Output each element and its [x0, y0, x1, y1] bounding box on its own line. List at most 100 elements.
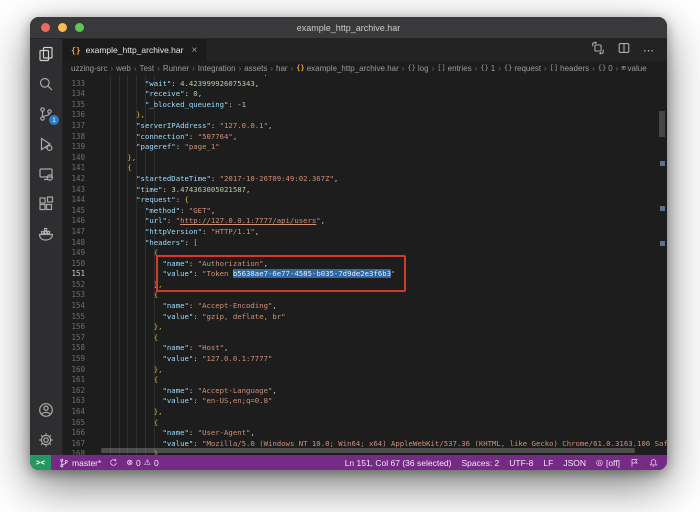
extensions-icon[interactable]: [30, 189, 62, 219]
code-line[interactable]: 163 "value": "en-US,en;q=0.8": [63, 396, 667, 407]
docker-icon[interactable]: [30, 219, 62, 249]
code-line[interactable]: 142 "startedDateTime": "2017-10-26T09:49…: [63, 174, 667, 185]
horizontal-scrollbar[interactable]: [101, 448, 645, 453]
code-line[interactable]: 139 "pageref": "page_1": [63, 142, 667, 153]
breadcrumb-label: log: [418, 64, 429, 73]
title-bar[interactable]: example_http_archive.har: [30, 17, 667, 39]
breadcrumb-item[interactable]: {}request: [504, 64, 541, 73]
code-line[interactable]: 134 "receive": 0,: [63, 89, 667, 100]
encoding-item[interactable]: UTF-8: [509, 458, 533, 468]
breadcrumb-separator: ›: [475, 64, 478, 73]
code-line[interactable]: 154 "name": "Accept-Encoding",: [63, 301, 667, 312]
string-symbol-icon: ⊞: [621, 64, 625, 72]
vertical-scrollbar[interactable]: [657, 75, 667, 455]
breadcrumb-item[interactable]: {}log: [407, 64, 428, 73]
open-changes-icon[interactable]: [591, 41, 605, 60]
line-number: 152: [63, 280, 85, 291]
code-line[interactable]: 141 {: [63, 163, 667, 174]
remote-indicator[interactable]: ><: [30, 455, 51, 470]
breadcrumb-item[interactable]: []entries: [437, 64, 471, 73]
code-line[interactable]: 146 "url": "http://127.0.0.1:7777/api/us…: [63, 216, 667, 227]
breadcrumb-label: Integration: [198, 64, 236, 73]
code-line[interactable]: 148 "headers": [: [63, 238, 667, 249]
code-line[interactable]: 144 "request": {: [63, 195, 667, 206]
code-line[interactable]: 156 },: [63, 322, 667, 333]
code-line[interactable]: 149 {: [63, 248, 667, 259]
highlight-toggle-item[interactable]: ◎ [off]: [596, 458, 620, 468]
accounts-icon[interactable]: [30, 395, 62, 425]
breadcrumb-separator: ›: [157, 64, 160, 73]
eye-icon: ◎: [596, 458, 603, 467]
search-icon[interactable]: [30, 69, 62, 99]
line-number: 160: [63, 365, 85, 376]
code-line[interactable]: 165 {: [63, 418, 667, 429]
breadcrumb-item[interactable]: {}example_http_archive.har: [296, 64, 399, 73]
code-line[interactable]: 158 "name": "Host",: [63, 343, 667, 354]
code-line[interactable]: 155 "value": "gzip, deflate, br": [63, 312, 667, 323]
line-content: "headers": [: [101, 238, 198, 249]
vertical-scrollbar-thumb[interactable]: [659, 111, 665, 137]
line-number: 144: [63, 195, 85, 206]
breadcrumb-item[interactable]: ⊞value: [621, 64, 646, 73]
code-line[interactable]: 140 },: [63, 153, 667, 164]
breadcrumb-item[interactable]: Runner: [163, 64, 189, 73]
code-line[interactable]: 143 "time": 3.474363005021587,: [63, 185, 667, 196]
code-line[interactable]: 160 },: [63, 365, 667, 376]
code-line[interactable]: 161 {: [63, 375, 667, 386]
line-number: 167: [63, 439, 85, 450]
close-tab-icon[interactable]: ×: [191, 45, 197, 56]
editor[interactable]: 132 "send": 0.10200000359470013,133 "wai…: [63, 75, 667, 455]
notifications-bell-icon[interactable]: [649, 458, 658, 468]
explorer-icon[interactable]: [30, 39, 62, 69]
breadcrumb-label: request: [514, 64, 541, 73]
remote-explorer-icon[interactable]: [30, 159, 62, 189]
horizontal-scrollbar-thumb[interactable]: [101, 448, 635, 453]
breadcrumb-item[interactable]: Integration: [198, 64, 236, 73]
code-line[interactable]: 147 "httpVersion": "HTTP/1.1",: [63, 227, 667, 238]
eol-item[interactable]: LF: [543, 458, 553, 468]
code-line[interactable]: 145 "method": "GET",: [63, 206, 667, 217]
settings-gear-icon[interactable]: [30, 425, 62, 455]
breadcrumb-item[interactable]: Test: [139, 64, 154, 73]
line-number: 146: [63, 216, 85, 227]
breadcrumb-item[interactable]: {}1: [480, 64, 495, 73]
line-content: },: [101, 407, 163, 418]
errors-count: 0: [136, 458, 141, 468]
code-line[interactable]: 166 "name": "User-Agent",: [63, 428, 667, 439]
breadcrumb-item[interactable]: web: [116, 64, 131, 73]
code-line[interactable]: 162 "name": "Accept-Language",: [63, 386, 667, 397]
problems-indicator[interactable]: ⊗ 0 ⚠ 0: [126, 458, 158, 468]
indentation-item[interactable]: Spaces: 2: [461, 458, 499, 468]
code-line[interactable]: 135 "_blocked_queueing": -1: [63, 100, 667, 111]
more-actions-icon[interactable]: ⋯: [643, 44, 655, 57]
breadcrumb-item[interactable]: assets: [244, 64, 267, 73]
code-line[interactable]: 153 {: [63, 290, 667, 301]
code-lines: 132 "send": 0.10200000359470013,133 "wai…: [63, 75, 667, 455]
code-line[interactable]: 150 "name": "Authorization",: [63, 259, 667, 270]
cursor-position-item[interactable]: Ln 151, Col 67 (36 selected): [345, 458, 452, 468]
code-line[interactable]: 133 "wait": 4.423999926075343,: [63, 79, 667, 90]
code-line[interactable]: 152 },: [63, 280, 667, 291]
code-line[interactable]: 136 },: [63, 110, 667, 121]
line-content: "name": "Host",: [101, 343, 228, 354]
code-line[interactable]: 138 "connection": "507764",: [63, 132, 667, 143]
breadcrumb-item[interactable]: har: [276, 64, 288, 73]
tab-example-http-archive[interactable]: {} example_http_archive.har ×: [63, 39, 206, 61]
split-editor-icon[interactable]: [617, 41, 631, 60]
code-line[interactable]: 157 {: [63, 333, 667, 344]
breadcrumb-item[interactable]: uzzing-src: [71, 64, 107, 73]
source-control-icon[interactable]: 1: [30, 99, 62, 129]
code-line[interactable]: 164 },: [63, 407, 667, 418]
breadcrumb-separator: ›: [239, 64, 242, 73]
git-branch-item[interactable]: master*: [59, 458, 101, 468]
run-debug-icon[interactable]: [30, 129, 62, 159]
language-mode-item[interactable]: JSON: [563, 458, 586, 468]
sync-changes-button[interactable]: [109, 458, 118, 467]
code-line[interactable]: 137 "serverIPAddress": "127.0.0.1",: [63, 121, 667, 132]
breadcrumb-item[interactable]: []headers: [550, 64, 589, 73]
code-line[interactable]: 151 "value": "Token b5638ae7-6e77-4585-b…: [63, 269, 667, 280]
breadcrumb-item[interactable]: {}0: [598, 64, 613, 73]
code-line[interactable]: 159 "value": "127.0.0.1:7777": [63, 354, 667, 365]
feedback-flag-icon[interactable]: [630, 458, 639, 468]
object-symbol-icon: {}: [598, 64, 606, 72]
